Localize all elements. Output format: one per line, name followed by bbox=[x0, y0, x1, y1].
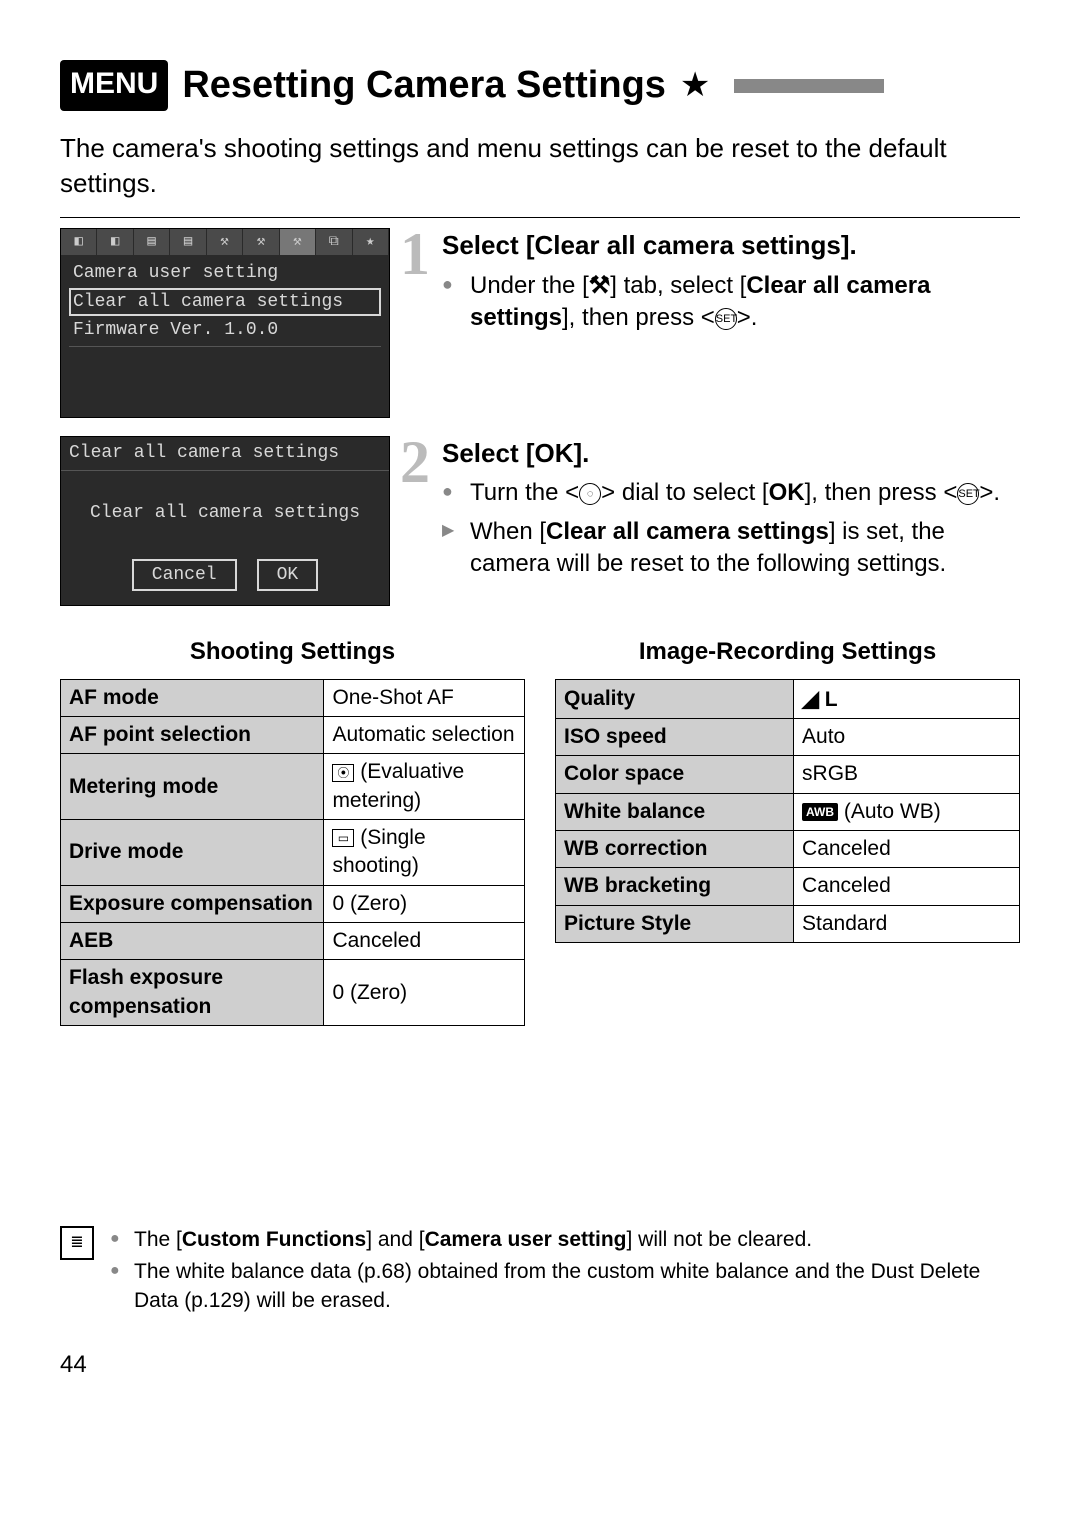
lcd-tab: ◧ bbox=[61, 229, 97, 255]
lcd-dialog-message: Clear all camera settings bbox=[61, 471, 389, 545]
separator bbox=[60, 217, 1020, 218]
lcd-tab: ⚒ bbox=[243, 229, 279, 255]
table-row: AF modeOne-Shot AF bbox=[61, 679, 525, 716]
table-row: Picture StyleStandard bbox=[556, 905, 1020, 942]
awb-icon: AWB bbox=[802, 803, 838, 821]
table-row: ISO speedAuto bbox=[556, 719, 1020, 756]
page-number: 44 bbox=[60, 1349, 1020, 1381]
table-row: Drive mode▭ (Single shooting) bbox=[61, 820, 525, 886]
footnote-item: The [Custom Functions] and [Camera user … bbox=[110, 1226, 1020, 1254]
footnote: ≣ The [Custom Functions] and [Camera use… bbox=[60, 1226, 1020, 1319]
step-2: Clear all camera settings Clear all came… bbox=[60, 436, 1020, 606]
settings-tables: Shooting Settings AF modeOne-Shot AF AF … bbox=[60, 636, 1020, 1026]
step-heading: Select [OK]. bbox=[442, 436, 1020, 471]
table-title: Shooting Settings bbox=[60, 636, 525, 668]
quality-icon: ◢ bbox=[802, 686, 819, 711]
page-title-row: MENU Resetting Camera Settings ★ bbox=[60, 60, 1020, 111]
step-1-text: 1 Select [Clear all camera settings]. Un… bbox=[408, 228, 1020, 340]
footnote-item: The white balance data (p.68) obtained f… bbox=[110, 1258, 1020, 1315]
lcd-tab: ◧ bbox=[97, 229, 133, 255]
table-row: Flash exposure compensation0 (Zero) bbox=[61, 960, 525, 1026]
lcd-dialog-buttons: Cancel OK bbox=[61, 545, 389, 591]
lcd-tab: ★ bbox=[353, 229, 389, 255]
image-recording-settings-table: Quality◢ L ISO speedAuto Color spacesRGB… bbox=[555, 679, 1020, 943]
lcd-dialog-title: Clear all camera settings bbox=[61, 437, 389, 470]
table-row: Exposure compensation0 (Zero) bbox=[61, 885, 525, 922]
image-recording-settings-col: Image-Recording Settings Quality◢ L ISO … bbox=[555, 636, 1020, 1026]
table-row: WB bracketingCanceled bbox=[556, 868, 1020, 905]
lcd-item-selected: Clear all camera settings bbox=[69, 288, 381, 316]
lcd-item: Camera user setting bbox=[69, 259, 381, 287]
dial-icon: ◌ bbox=[579, 483, 601, 505]
note-icon: ≣ bbox=[60, 1226, 94, 1260]
step-number: 1 bbox=[400, 214, 430, 295]
step-number: 2 bbox=[400, 422, 430, 503]
table-row: AEBCanceled bbox=[61, 923, 525, 960]
table-row: Quality◢ L bbox=[556, 679, 1020, 718]
lcd-tab: ⧉ bbox=[316, 229, 352, 255]
lcd-item: Firmware Ver. 1.0.0 bbox=[69, 316, 381, 344]
wrench-icon: ⚒ bbox=[589, 272, 611, 299]
step-bullet: Under the [⚒] tab, select [Clear all cam… bbox=[442, 270, 1020, 335]
lcd-ok-button: OK bbox=[257, 559, 319, 591]
set-icon: SET bbox=[715, 308, 737, 330]
title-bar-decoration bbox=[734, 79, 884, 93]
lcd-tab: ▤ bbox=[134, 229, 170, 255]
step-bullet-result: When [Clear all camera settings] is set,… bbox=[442, 516, 1020, 581]
table-row: WB correctionCanceled bbox=[556, 831, 1020, 868]
lcd-tabs: ◧ ◧ ▤ ▤ ⚒ ⚒ ⚒ ⧉ ★ bbox=[61, 229, 389, 255]
step-bullet: Turn the <◌> dial to select [OK], then p… bbox=[442, 477, 1020, 509]
step-heading: Select [Clear all camera settings]. bbox=[442, 228, 1020, 263]
step-2-text: 2 Select [OK]. Turn the <◌> dial to sele… bbox=[408, 436, 1020, 586]
lcd-tab: ▤ bbox=[170, 229, 206, 255]
lcd-cancel-button: Cancel bbox=[132, 559, 237, 591]
lcd-tab-active: ⚒ bbox=[280, 229, 316, 255]
table-title: Image-Recording Settings bbox=[555, 636, 1020, 668]
lcd-screen-1: ◧ ◧ ▤ ▤ ⚒ ⚒ ⚒ ⧉ ★ Camera user setting Cl… bbox=[60, 228, 390, 418]
lcd-menu-list: Camera user setting Clear all camera set… bbox=[61, 255, 389, 417]
star-icon: ★ bbox=[680, 63, 710, 109]
set-icon: SET bbox=[957, 483, 979, 505]
shooting-settings-col: Shooting Settings AF modeOne-Shot AF AF … bbox=[60, 636, 525, 1026]
lcd-tab: ⚒ bbox=[207, 229, 243, 255]
metering-icon: ⦿ bbox=[332, 764, 354, 782]
intro-text: The camera's shooting settings and menu … bbox=[60, 131, 1020, 201]
step-1: ◧ ◧ ▤ ▤ ⚒ ⚒ ⚒ ⧉ ★ Camera user setting Cl… bbox=[60, 228, 1020, 418]
page-title: Resetting Camera Settings bbox=[182, 60, 666, 111]
lcd-screen-2: Clear all camera settings Clear all came… bbox=[60, 436, 390, 606]
table-row: Color spacesRGB bbox=[556, 756, 1020, 793]
table-row: White balanceAWB (Auto WB) bbox=[556, 793, 1020, 830]
table-row: Metering mode⦿ (Evaluative metering) bbox=[61, 754, 525, 820]
menu-badge: MENU bbox=[60, 60, 168, 111]
single-shot-icon: ▭ bbox=[332, 829, 354, 847]
shooting-settings-table: AF modeOne-Shot AF AF point selectionAut… bbox=[60, 679, 525, 1026]
table-row: AF point selectionAutomatic selection bbox=[61, 717, 525, 754]
